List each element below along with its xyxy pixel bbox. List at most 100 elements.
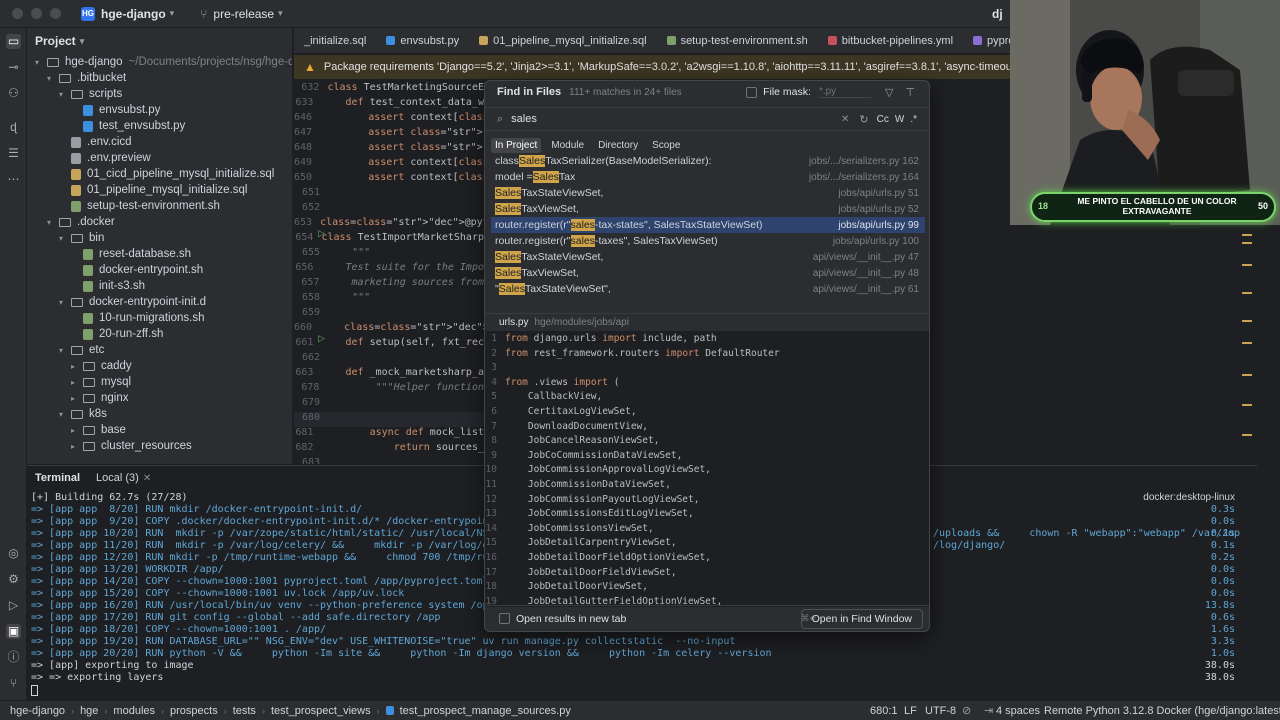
history-icon[interactable]: ↻ (859, 113, 868, 126)
breadcrumb-item[interactable]: hge (74, 705, 104, 717)
breadcrumb-item[interactable]: test_prospect_manage_sources.py (394, 705, 577, 717)
pin-icon[interactable]: ⊤ (905, 86, 915, 99)
chevron-down-icon[interactable]: ▾ (35, 58, 47, 67)
run-gutter-icon[interactable]: ▷ (318, 228, 325, 239)
run-icon[interactable]: ▷ (6, 598, 21, 613)
structure-icon[interactable]: ☰ (6, 146, 21, 161)
clear-search-icon[interactable]: ✕ (841, 114, 849, 125)
scope-custom[interactable]: Scope (648, 138, 684, 153)
regex-toggle[interactable]: .* (910, 114, 917, 125)
chevron-right-icon[interactable]: ▸ (71, 378, 83, 387)
tree-item[interactable]: 01_cicd_pipeline_mysql_initialize.sql (59, 166, 274, 182)
chevron-down-icon[interactable]: ▾ (59, 298, 71, 307)
python-interpreter[interactable]: Remote Python 3.12.8 Docker (hge/django:… (1044, 705, 1280, 717)
minimize-window-button[interactable] (31, 8, 42, 19)
scope-in-project[interactable]: In Project (491, 137, 542, 153)
django-icon[interactable]: ɖ (6, 120, 21, 135)
open-new-tab-checkbox[interactable] (499, 613, 510, 624)
tree-item[interactable]: ▸ cluster_resources (71, 438, 192, 454)
tree-item[interactable]: 10-run-migrations.sh (71, 310, 204, 326)
project-panel-title[interactable]: Project (35, 34, 76, 48)
breadcrumb-item[interactable]: tests (227, 705, 262, 717)
editor-tab[interactable]: bitbucket-pipelines.yml (818, 35, 963, 47)
file-mask-checkbox[interactable] (746, 86, 758, 98)
editor-tab[interactable]: setup-test-environment.sh (657, 35, 818, 47)
tree-item[interactable]: ▸ caddy (71, 358, 132, 374)
tree-item[interactable]: ▾ scripts (59, 86, 122, 102)
indent-setting[interactable]: 4 spaces (996, 705, 1040, 717)
tree-item[interactable]: setup-test-environment.sh (59, 198, 220, 214)
preview-code[interactable]: 1 from django.urls import include, path 2 f… (485, 331, 929, 607)
branch-switcher[interactable]: pre-release (213, 7, 274, 21)
tree-item[interactable]: ▾ .bitbucket (47, 70, 126, 86)
tree-item[interactable]: reset-database.sh (71, 246, 191, 262)
whole-words-toggle[interactable]: W (895, 114, 904, 125)
commit-icon[interactable]: ⊸ (6, 60, 21, 75)
filter-icon[interactable]: ▽ (885, 86, 893, 99)
chevron-right-icon[interactable]: ▸ (71, 362, 83, 371)
terminal-icon[interactable]: ▣ (6, 624, 21, 639)
search-result-row[interactable]: model = Sales Tax jobs/.../serializers.py … (491, 169, 925, 185)
chevron-down-icon[interactable]: ▾ (47, 218, 59, 227)
chevron-right-icon[interactable]: ▸ (71, 426, 83, 435)
editor-tab[interactable]: pyproject.toml (963, 35, 1010, 47)
tree-item[interactable]: ▾ etc (59, 342, 104, 358)
chevron-right-icon[interactable]: ▸ (71, 394, 83, 403)
editor-tab[interactable]: 01_pipeline_mysql_initialize.sql (469, 35, 656, 47)
breadcrumb-item[interactable]: hge-django (4, 705, 71, 717)
tree-item[interactable]: test_envsubst.py (71, 118, 185, 134)
project-switcher[interactable]: hge-django (101, 7, 166, 21)
tree-item[interactable]: 20-run-zff.sh (71, 326, 163, 342)
chevron-down-icon[interactable]: ▾ (59, 346, 71, 355)
window-controls[interactable] (12, 8, 61, 19)
search-result-row[interactable]: Sales TaxStateViewSet, api/views/__init__.… (491, 249, 925, 265)
problems-icon[interactable]: ⓘ (6, 650, 21, 665)
tree-item[interactable]: ▸ base (71, 422, 126, 438)
cursor-position[interactable]: 680:1 (870, 705, 898, 717)
line-separator[interactable]: LF (904, 705, 917, 717)
chevron-down-icon[interactable]: ▾ (47, 74, 59, 83)
tree-item[interactable]: ▾ hge-django ~/Documents/projects/nsg/hge-… (35, 54, 292, 70)
match-case-toggle[interactable]: Cc (877, 114, 889, 125)
django-label[interactable]: dj (992, 7, 1003, 21)
search-result-row[interactable]: Sales TaxViewSet, jobs/api/urls.py 52 (491, 201, 925, 217)
breadcrumb-item[interactable]: test_prospect_views (265, 705, 377, 717)
search-result-row[interactable]: " Sales TaxStateViewSet", api/views/__init_… (491, 281, 925, 297)
scope-directory[interactable]: Directory (594, 138, 642, 153)
open-new-tab-label[interactable]: Open results in new tab (516, 613, 626, 625)
tree-item[interactable]: init-s3.sh (71, 278, 145, 294)
tree-item[interactable]: .env.cicd (59, 134, 132, 150)
editor-tab[interactable]: _initialize.sql (294, 35, 376, 47)
search-result-row[interactable]: Sales TaxViewSet, api/views/__init__.py 48 (491, 265, 925, 281)
tree-item[interactable]: 01_pipeline_mysql_initialize.sql (59, 182, 247, 198)
file-mask-field[interactable]: *.py (818, 86, 871, 98)
breadcrumb-item[interactable]: prospects (164, 705, 224, 717)
scope-module[interactable]: Module (547, 138, 588, 153)
tree-item[interactable]: ▸ mysql (71, 374, 131, 390)
close-icon[interactable]: ✕ (143, 473, 151, 484)
tree-item[interactable]: ▾ docker-entrypoint-init.d (59, 294, 206, 310)
terminal-tab[interactable]: Terminal (27, 472, 88, 484)
project-folder-icon[interactable]: ▭ (6, 34, 21, 49)
tree-item[interactable]: docker-entrypoint.sh (71, 262, 203, 278)
chevron-down-icon[interactable]: ▾ (59, 410, 71, 419)
tree-item[interactable]: ▾ k8s (59, 406, 107, 422)
editor-scroll-markers[interactable] (1242, 234, 1252, 454)
pull-requests-icon[interactable]: ⚇ (6, 86, 21, 101)
chevron-down-icon[interactable]: ▾ (59, 234, 71, 243)
maximize-window-button[interactable] (50, 8, 61, 19)
search-input[interactable]: sales (511, 113, 537, 125)
search-result-row[interactable]: class Sales TaxSerializer(BaseModelSerial… (491, 153, 925, 169)
more-icon[interactable]: ⋯ (6, 172, 21, 187)
breadcrumb-item[interactable]: modules (107, 705, 161, 717)
terminal-local-tab[interactable]: Local (3) (88, 472, 147, 484)
editor-tab[interactable]: envsubst.py (376, 35, 469, 47)
python-packages-icon[interactable]: ◎ (6, 546, 21, 561)
search-result-row[interactable]: Sales TaxStateViewSet, jobs/api/urls.py 51 (491, 185, 925, 201)
open-in-find-window-button[interactable]: Open in Find Window (800, 609, 923, 629)
search-result-row[interactable]: router.register(r" sales -tax-states", Sal… (491, 217, 925, 233)
git-icon[interactable]: ⑂ (6, 676, 21, 691)
tree-item[interactable]: .env.preview (59, 150, 151, 166)
search-result-row[interactable]: router.register(r" sales -taxes", SalesTax… (491, 233, 925, 249)
tree-item[interactable]: ▾ .docker (47, 214, 115, 230)
